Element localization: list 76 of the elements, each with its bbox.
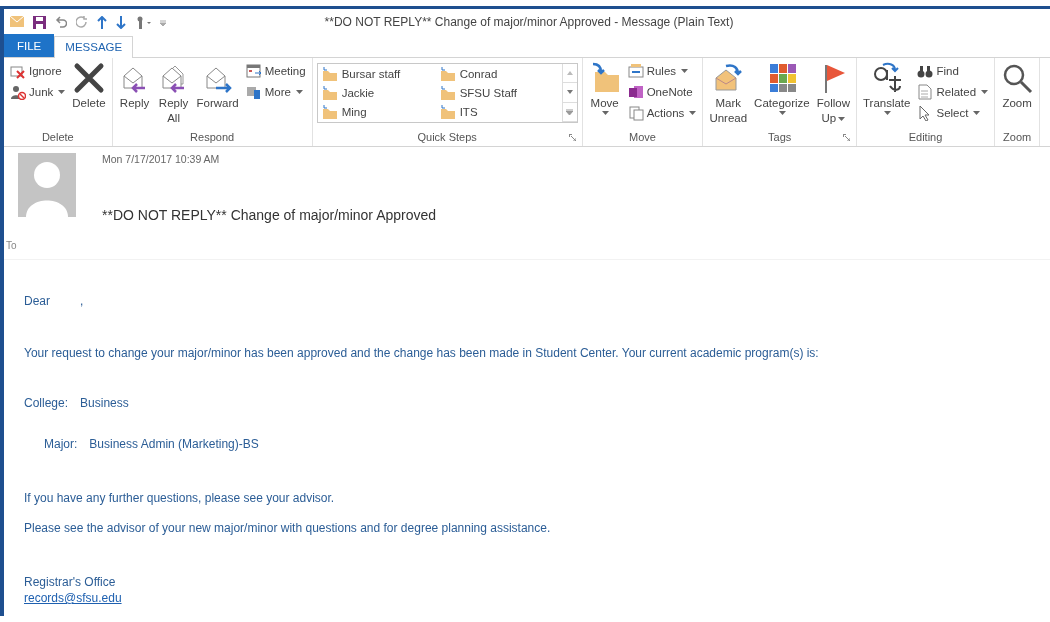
folder-icon (439, 66, 456, 83)
ribbon-button[interactable]: OneNote (625, 83, 699, 101)
junk-icon (10, 84, 26, 100)
ribbon-button[interactable]: Mark Unread (707, 62, 750, 131)
group-label: Quick Steps (417, 131, 477, 143)
sent-date: Mon 7/17/2017 10:39 AM (102, 153, 221, 165)
ribbon-button[interactable]: Ignore (8, 62, 68, 80)
ribbon-button[interactable]: Categorize (752, 62, 812, 131)
avatar-icon (18, 153, 76, 217)
ribbon-button[interactable]: Related (915, 83, 991, 101)
ribbon-button[interactable]: Select (915, 104, 991, 122)
document-icon (627, 105, 644, 121)
field-label: Major: (44, 437, 78, 451)
folder-icon (321, 85, 338, 101)
ribbon-button[interactable]: Forward (194, 62, 241, 131)
up-arrow-icon[interactable] (97, 15, 107, 29)
ribbon-button[interactable]: Zoom (999, 62, 1036, 131)
ribbon-button[interactable]: Rules (625, 62, 699, 80)
quick-step[interactable]: SFSU Staff (439, 83, 558, 103)
ribbon-button[interactable]: Actions (625, 104, 699, 122)
redo-icon[interactable] (76, 16, 88, 28)
group-label: Respond (190, 131, 235, 143)
folder-icon (439, 85, 456, 101)
quick-step[interactable]: Conrad (439, 65, 558, 84)
quick-step[interactable]: Ming (321, 102, 440, 121)
document-icon (917, 84, 934, 100)
ribbon-tab[interactable]: FILE (4, 34, 55, 57)
quick-step[interactable]: ITS (439, 102, 558, 121)
group-label: Editing (908, 131, 943, 143)
ribbon-button[interactable]: Find (915, 62, 991, 80)
ribbon-button[interactable]: Meeting (243, 62, 308, 80)
folder-icon (321, 66, 338, 83)
delete-icon (72, 62, 105, 94)
calendar-icon (245, 63, 262, 79)
search-icon (1001, 62, 1034, 94)
window-title: **DO NOT REPLY** Change of major/minor Approved - Message (Plain Text) (323, 15, 735, 29)
folder-icon (321, 103, 338, 120)
field-value: Business (80, 396, 129, 410)
customize-icon[interactable] (160, 18, 166, 26)
down-arrow-icon[interactable] (116, 15, 126, 29)
greeting-text: , (80, 294, 84, 308)
body-paragraph: Your request to change your major/minor has been approved and the change has been made in Student Center. Your current academic program(s) is: (24, 346, 820, 360)
to-label: To (6, 240, 17, 251)
ribbon-button[interactable]: More (243, 83, 308, 101)
dialog-launcher-icon[interactable] (842, 134, 850, 141)
field-value: Business Admin (Marketing)-BS (89, 437, 259, 451)
quick-step[interactable]: Bursar staff (321, 65, 440, 84)
ignore-icon (10, 63, 26, 79)
ribbon-button[interactable]: Reply All (155, 62, 192, 131)
undo-icon[interactable] (55, 16, 67, 28)
email-link[interactable]: records@sfsu.edu (24, 591, 1050, 605)
ribbon-button[interactable]: Move (586, 62, 623, 131)
ribbon-tab[interactable]: MESSAGE (54, 36, 134, 58)
envelope-icon (712, 62, 745, 94)
ribbon-button[interactable]: Reply (116, 62, 153, 131)
message-subject: **DO NOT REPLY** Change of major/minor Approved (102, 207, 437, 223)
body-paragraph: Please see the advisor of your new major/minor with questions and for degree planning assistance. (24, 521, 552, 535)
group-label: Zoom (1003, 131, 1032, 143)
binoculars-icon (917, 63, 934, 79)
rules-icon (627, 63, 644, 79)
onenote-icon (627, 84, 644, 100)
dialog-launcher-icon[interactable] (568, 134, 576, 141)
greeting-text: Dear (24, 294, 50, 308)
field-label: College: (24, 396, 69, 410)
group-label: Delete (41, 131, 74, 143)
folder-icon (439, 103, 456, 120)
ribbon-button[interactable]: Follow Up (814, 62, 852, 131)
signature-text: Registrar's Office (24, 575, 117, 589)
group-label: Tags (768, 131, 792, 143)
ribbon-button[interactable]: Junk (8, 83, 68, 101)
ribbon-button[interactable]: Delete (70, 62, 108, 131)
ribbon-button[interactable]: Translate (860, 62, 913, 131)
group-label: Move (629, 131, 656, 143)
body-paragraph: If you have any further questions, please see your advisor. (24, 491, 336, 505)
quick-step[interactable]: Jackie (321, 83, 440, 103)
save-icon[interactable] (33, 15, 46, 29)
